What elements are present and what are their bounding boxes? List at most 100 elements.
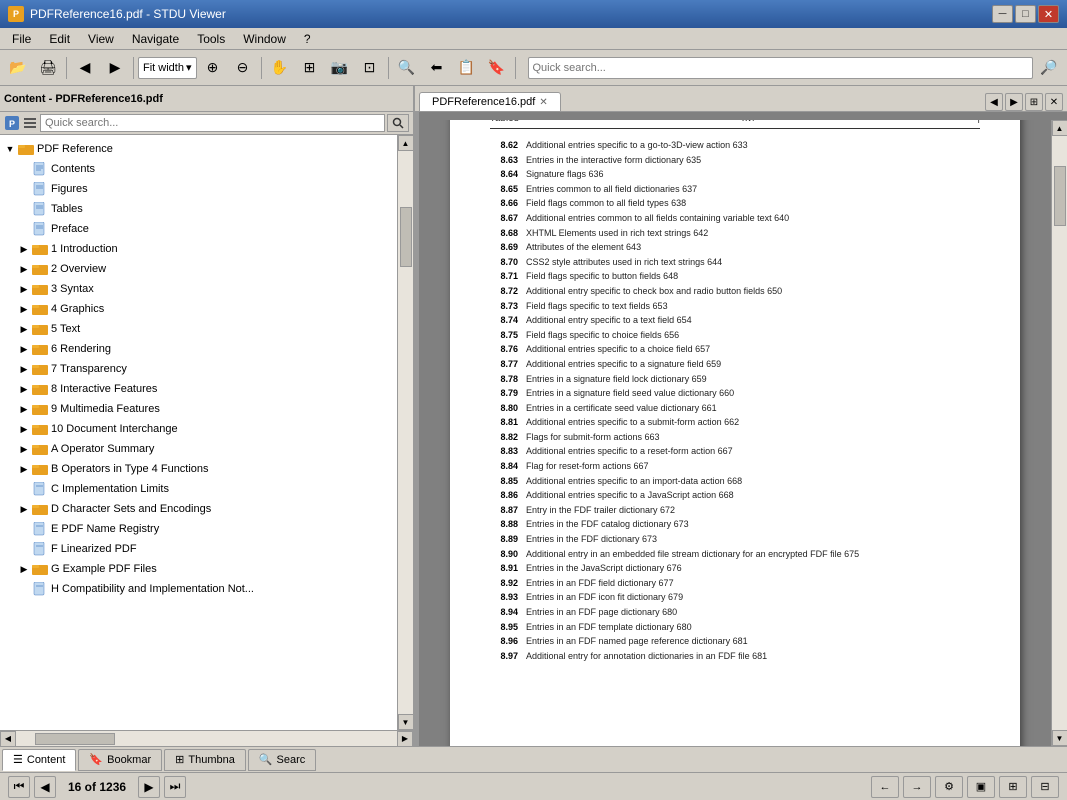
search-button[interactable]: 🔍 [393, 54, 421, 82]
tree-item-ch4[interactable]: ▶ 4 Graphics [0, 299, 397, 319]
maximize-button[interactable]: □ [1015, 5, 1036, 23]
tree-item-ch7[interactable]: ▶ 7 Transparency [0, 359, 397, 379]
tree-item-tables[interactable]: Tables [0, 199, 397, 219]
prev-page-button[interactable]: ◀ [71, 54, 99, 82]
tree-item-preface[interactable]: Preface [0, 219, 397, 239]
pdf-scroll-up[interactable]: ▲ [1052, 120, 1067, 136]
tab-grid-btn[interactable]: ⊞ [1025, 93, 1043, 111]
prev-page-status-button[interactable]: ◀ [34, 776, 56, 798]
search-go-button[interactable]: 🔎 [1035, 54, 1063, 82]
pdf-vertical-scrollbar[interactable]: ▲ ▼ [1051, 120, 1067, 746]
tree-toggle-ch6[interactable]: ▶ [16, 341, 32, 357]
view-mode-3-button[interactable]: ⊟ [1031, 776, 1059, 798]
tree-toggle-ch4[interactable]: ▶ [16, 301, 32, 317]
tab-bookmark[interactable]: 🔖 Bookmar [78, 749, 162, 771]
tree-item-ch2[interactable]: ▶ 2 Overview [0, 259, 397, 279]
pdf-scroll-thumb[interactable] [1054, 166, 1066, 226]
menu-window[interactable]: Window [235, 30, 294, 48]
tree-toggle-apD[interactable]: ▶ [16, 501, 32, 517]
scroll-down-arrow[interactable]: ▼ [398, 714, 414, 730]
tree-toggle-ch9[interactable]: ▶ [16, 401, 32, 417]
copy-button[interactable]: 📋 [453, 54, 481, 82]
tree-toggle-ch10[interactable]: ▶ [16, 421, 32, 437]
tree-toggle-root[interactable]: ▼ [2, 141, 18, 157]
first-page-button[interactable]: ⏮ [8, 776, 30, 798]
tab-close-icon[interactable]: ✕ [539, 97, 547, 108]
tree-toggle-ch8[interactable]: ▶ [16, 381, 32, 397]
fwd-hist-button[interactable]: → [903, 776, 931, 798]
tree-item-apE[interactable]: E PDF Name Registry [0, 519, 397, 539]
tree-item-root[interactable]: ▼ PDF Reference [0, 139, 397, 159]
tree-horizontal-scrollbar[interactable]: ◀ ▶ [0, 730, 413, 746]
zoom-rect-button[interactable]: ⊡ [356, 54, 384, 82]
back-hist-button[interactable]: ← [871, 776, 899, 798]
tree-item-apD[interactable]: ▶ D Character Sets and Encodings [0, 499, 397, 519]
minimize-button[interactable]: ─ [992, 5, 1013, 23]
fit-width-dropdown[interactable]: Fit width ▾ [138, 57, 197, 79]
tree-item-apB[interactable]: ▶ B Operators in Type 4 Functions [0, 459, 397, 479]
tree-item-ch5[interactable]: ▶ 5 Text [0, 319, 397, 339]
tree-item-ch10[interactable]: ▶ 10 Document Interchange [0, 419, 397, 439]
zoom-in-button[interactable]: ⊕ [199, 54, 227, 82]
snapshot-button[interactable]: 📷 [326, 54, 354, 82]
hscroll-left-arrow[interactable]: ◀ [0, 731, 16, 747]
hand-tool-button[interactable]: ✋ [266, 54, 294, 82]
hscroll-track[interactable] [16, 731, 397, 746]
tree-toggle-apG[interactable]: ▶ [16, 561, 32, 577]
tree-item-apG[interactable]: ▶ G Example PDF Files [0, 559, 397, 579]
tree-toggle-ch5[interactable]: ▶ [16, 321, 32, 337]
tree-item-contents[interactable]: Contents [0, 159, 397, 179]
view-mode-1-button[interactable]: ▣ [967, 776, 995, 798]
tree-toggle-apB[interactable]: ▶ [16, 461, 32, 477]
view-mode-2-button[interactable]: ⊞ [999, 776, 1027, 798]
tree-item-apA[interactable]: ▶ A Operator Summary [0, 439, 397, 459]
last-page-button[interactable]: ⏭ [164, 776, 186, 798]
pdf-scroll-track[interactable] [1052, 136, 1067, 730]
tab-thumbnail[interactable]: ⊞ Thumbna [164, 749, 246, 771]
pdf-scroll-down[interactable]: ▼ [1052, 730, 1067, 746]
menu-edit[interactable]: Edit [41, 30, 78, 48]
tree-item-apC[interactable]: C Implementation Limits [0, 479, 397, 499]
next-page-button[interactable]: ▶ [101, 54, 129, 82]
scroll-thumb[interactable] [400, 207, 412, 267]
back-button[interactable]: ⬅ [423, 54, 451, 82]
tab-next-btn[interactable]: ▶ [1005, 93, 1023, 111]
print-button[interactable]: 🖨 [34, 54, 62, 82]
select-button[interactable]: ⊞ [296, 54, 324, 82]
tab-prev-btn[interactable]: ◀ [985, 93, 1003, 111]
menu-tools[interactable]: Tools [189, 30, 233, 48]
scroll-track[interactable] [398, 151, 413, 714]
tab-search[interactable]: 🔍 Searc [248, 749, 316, 771]
tree-toggle-ch1[interactable]: ▶ [16, 241, 32, 257]
tree-toggle-ch3[interactable]: ▶ [16, 281, 32, 297]
tree-item-ch9[interactable]: ▶ 9 Multimedia Features [0, 399, 397, 419]
panel-search-button[interactable] [387, 114, 409, 132]
tree-item-apF[interactable]: F Linearized PDF [0, 539, 397, 559]
menu-navigate[interactable]: Navigate [124, 30, 187, 48]
scroll-up-arrow[interactable]: ▲ [398, 135, 414, 151]
hscroll-thumb[interactable] [35, 733, 115, 745]
menu-view[interactable]: View [80, 30, 122, 48]
quick-search-input[interactable] [528, 57, 1034, 79]
settings-button[interactable]: ⚙ [935, 776, 963, 798]
panel-search-input[interactable] [40, 114, 385, 132]
tree-item-ch3[interactable]: ▶ 3 Syntax [0, 279, 397, 299]
tree-item-ch6[interactable]: ▶ 6 Rendering [0, 339, 397, 359]
tree-toggle-ch7[interactable]: ▶ [16, 361, 32, 377]
pdf-tab[interactable]: PDFReference16.pdf ✕ [419, 92, 561, 111]
tab-content[interactable]: ☰ Content [2, 749, 76, 771]
close-button[interactable]: ✕ [1038, 5, 1059, 23]
menu-file[interactable]: File [4, 30, 39, 48]
tree-vertical-scrollbar[interactable]: ▲ ▼ [397, 135, 413, 730]
open-button[interactable]: 📂 [4, 54, 32, 82]
next-page-status-button[interactable]: ▶ [138, 776, 160, 798]
tree-item-figures[interactable]: Figures [0, 179, 397, 199]
zoom-out-button[interactable]: ⊖ [229, 54, 257, 82]
menu-help[interactable]: ? [296, 30, 319, 48]
hscroll-right-arrow[interactable]: ▶ [397, 731, 413, 747]
tree-item-ch1[interactable]: ▶ 1 Introduction [0, 239, 397, 259]
tree-toggle-apA[interactable]: ▶ [16, 441, 32, 457]
tab-close-btn[interactable]: ✕ [1045, 93, 1063, 111]
tree-item-ch8[interactable]: ▶ 8 Interactive Features [0, 379, 397, 399]
tree-item-apH[interactable]: H Compatibility and Implementation Not..… [0, 579, 397, 599]
